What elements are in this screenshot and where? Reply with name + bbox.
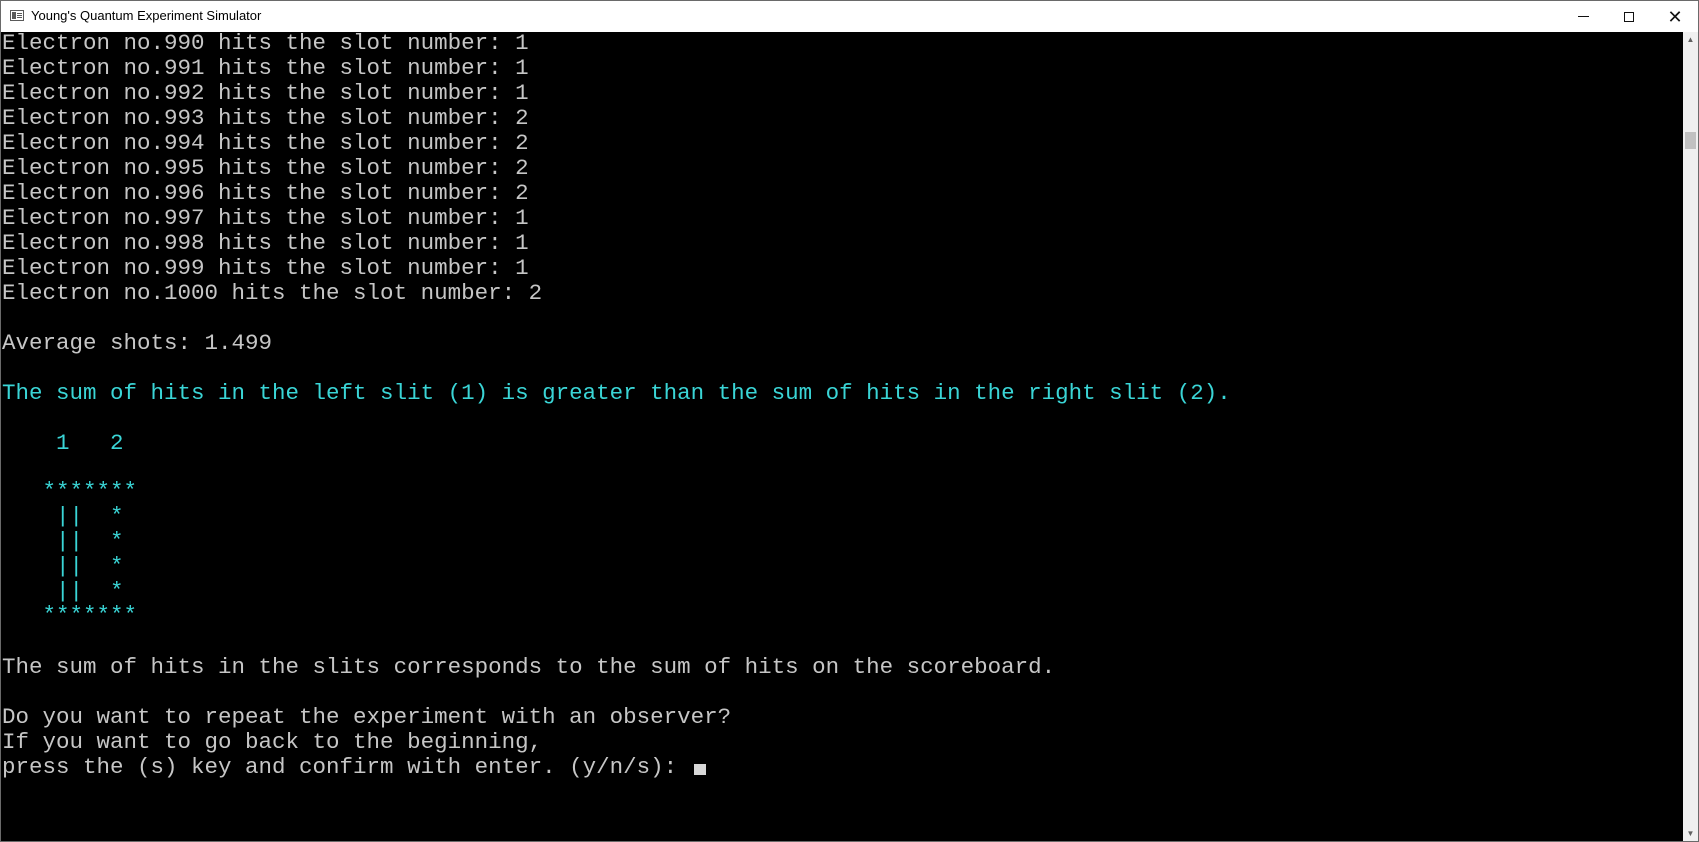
console-line: Electron no.994 hits the slot number: 2 bbox=[2, 130, 529, 156]
average-line: Average shots: 1.499 bbox=[2, 330, 273, 356]
scoreboard-line: The sum of hits in the slits corresponds… bbox=[2, 654, 1056, 680]
console-window-icon bbox=[10, 10, 24, 21]
minimize-button[interactable] bbox=[1560, 1, 1606, 32]
console-line: Electron no.1000 hits the slot number: 2 bbox=[2, 280, 543, 306]
console-line: Electron no.996 hits the slot number: 2 bbox=[2, 180, 529, 206]
scroll-up-arrow-icon[interactable]: ▲ bbox=[1683, 32, 1698, 47]
prompt-line: Do you want to repeat the experiment wit… bbox=[2, 704, 732, 730]
close-icon: ✕ bbox=[1667, 6, 1683, 27]
text-cursor bbox=[693, 764, 706, 775]
console-line: Electron no.993 hits the slot number: 2 bbox=[2, 105, 529, 131]
console-output[interactable]: Electron no.990 hits the slot number: 1 … bbox=[1, 32, 1683, 841]
slit-diagram-line: ******* bbox=[2, 602, 138, 628]
slit-diagram-line: ******* bbox=[2, 478, 138, 504]
console-line: Electron no.992 hits the slot number: 1 bbox=[2, 80, 529, 106]
prompt-input-line[interactable]: press the (s) key and confirm with enter… bbox=[2, 754, 706, 781]
console-line: Electron no.995 hits the slot number: 2 bbox=[2, 155, 529, 181]
title-bar[interactable]: Young's Quantum Experiment Simulator ✕ bbox=[1, 1, 1698, 32]
slit-labels: 1 2 bbox=[2, 430, 124, 456]
maximize-button[interactable] bbox=[1606, 1, 1652, 32]
slit-diagram-line: || * bbox=[2, 578, 124, 604]
console-line: Electron no.990 hits the slot number: 1 bbox=[2, 32, 529, 56]
console-line: Electron no.999 hits the slot number: 1 bbox=[2, 255, 529, 281]
scroll-down-arrow-icon[interactable]: ▼ bbox=[1683, 826, 1698, 841]
slit-diagram-line: || * bbox=[2, 503, 124, 529]
prompt-line: press the (s) key and confirm with enter… bbox=[2, 754, 691, 780]
slit-diagram-line: || * bbox=[2, 553, 124, 579]
scrollbar-thumb[interactable] bbox=[1685, 132, 1696, 149]
comparison-line: The sum of hits in the left slit (1) is … bbox=[2, 380, 1231, 406]
maximize-icon bbox=[1624, 11, 1634, 22]
console-line: Electron no.997 hits the slot number: 1 bbox=[2, 205, 529, 231]
vertical-scrollbar[interactable]: ▲ ▼ bbox=[1683, 32, 1698, 841]
slit-diagram-line: || * bbox=[2, 528, 124, 554]
console-window: Young's Quantum Experiment Simulator ✕ E… bbox=[0, 0, 1699, 842]
console-line: Electron no.991 hits the slot number: 1 bbox=[2, 55, 529, 81]
prompt-line: If you want to go back to the beginning, bbox=[2, 729, 543, 755]
close-button[interactable]: ✕ bbox=[1652, 1, 1698, 32]
console-line: Electron no.998 hits the slot number: 1 bbox=[2, 230, 529, 256]
window-title: Young's Quantum Experiment Simulator bbox=[31, 8, 262, 23]
minimize-icon bbox=[1577, 16, 1589, 17]
